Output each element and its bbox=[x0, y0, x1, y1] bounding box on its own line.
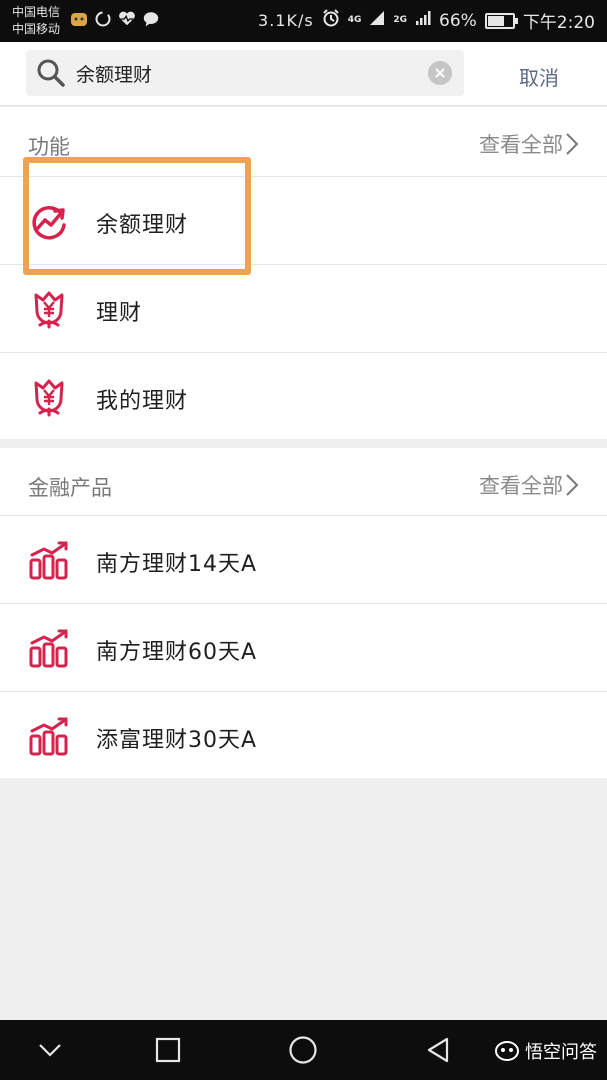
carrier-name-2: 中国移动 bbox=[12, 22, 61, 36]
status-right: 3.1K/s 4G 2G 66% 下午2:20 bbox=[258, 8, 595, 33]
functions-header: 功能 查看全部 bbox=[0, 107, 607, 177]
search-input[interactable] bbox=[76, 53, 406, 93]
status-bar: 中国电信 中国移动 3.1K/s 4G 2G 66% 下午2:20 bbox=[0, 0, 607, 42]
products-header: 金融产品 查看全部 bbox=[0, 448, 607, 516]
chevron-right-icon bbox=[566, 474, 579, 496]
clock: 下午2:20 bbox=[522, 13, 595, 33]
products-title: 金融产品 bbox=[28, 476, 112, 500]
search-header: 取消 bbox=[0, 42, 607, 106]
app-notification-icon bbox=[70, 10, 88, 28]
bar-chart-icon bbox=[28, 716, 70, 758]
network-4g-label: 4G bbox=[347, 15, 362, 25]
functions-section: 功能 查看全部 余额理财 理财 我的理财 bbox=[0, 107, 607, 439]
battery-percent: 66% bbox=[439, 10, 477, 31]
search-icon bbox=[26, 50, 76, 96]
product-item[interactable]: 添富理财30天A bbox=[0, 692, 607, 780]
product-item[interactable]: 南方理财60天A bbox=[0, 604, 607, 692]
carrier-info: 中国电信 中国移动 bbox=[12, 4, 60, 38]
function-item-label: 理财 bbox=[96, 301, 143, 326]
products-section: 金融产品 查看全部 南方理财14天A 南方理财60天A 添富理财30天A bbox=[0, 448, 607, 778]
notification-icons bbox=[70, 10, 160, 28]
function-item-label: 我的理财 bbox=[96, 389, 189, 414]
alarm-icon bbox=[322, 9, 340, 32]
money-flower-icon bbox=[28, 377, 70, 419]
view-all-label: 查看全部 bbox=[479, 133, 563, 157]
clear-icon[interactable] bbox=[428, 61, 452, 85]
cancel-button[interactable]: 取消 bbox=[519, 62, 559, 91]
back-icon[interactable] bbox=[422, 1034, 454, 1066]
product-item-label: 南方理财60天A bbox=[96, 640, 258, 665]
chevron-down-icon[interactable] bbox=[34, 1034, 66, 1066]
products-view-all-link[interactable]: 查看全部 bbox=[479, 470, 579, 500]
function-item-my-finance[interactable]: 我的理财 bbox=[0, 353, 607, 441]
product-item-label: 南方理财14天A bbox=[96, 552, 258, 577]
home-icon[interactable] bbox=[287, 1034, 319, 1066]
network-speed: 3.1K/s bbox=[258, 11, 314, 30]
functions-view-all-link[interactable]: 查看全部 bbox=[479, 129, 579, 159]
wukong-logo-icon bbox=[495, 1041, 519, 1061]
function-item-label: 余额理财 bbox=[96, 213, 189, 238]
message-icon bbox=[142, 10, 160, 28]
functions-title: 功能 bbox=[28, 135, 70, 159]
network-2g-label: 2G bbox=[393, 15, 408, 25]
product-item-label: 添富理财30天A bbox=[96, 728, 258, 753]
recent-apps-icon[interactable] bbox=[152, 1034, 184, 1066]
watermark: 悟空问答 bbox=[494, 1038, 597, 1064]
product-item[interactable]: 南方理财14天A bbox=[0, 516, 607, 604]
function-item-balance-finance[interactable]: 余额理财 bbox=[0, 177, 607, 265]
carrier-name-1: 中国电信 bbox=[12, 5, 61, 19]
bar-chart-icon bbox=[28, 540, 70, 582]
watermark-text: 悟空问答 bbox=[525, 1042, 597, 1063]
navigation-bar: 悟空问答 bbox=[0, 1020, 607, 1080]
sync-icon bbox=[94, 10, 112, 28]
signal-2g-icon bbox=[415, 10, 431, 31]
search-box[interactable] bbox=[26, 50, 464, 96]
battery-fill bbox=[487, 15, 504, 26]
balance-growth-icon bbox=[28, 201, 70, 243]
battery-icon bbox=[484, 12, 518, 29]
signal-4g-icon bbox=[369, 10, 385, 31]
view-all-label: 查看全部 bbox=[479, 474, 563, 498]
bar-chart-icon bbox=[28, 628, 70, 670]
money-flower-icon bbox=[28, 289, 70, 331]
chevron-right-icon bbox=[566, 133, 579, 155]
health-icon bbox=[118, 10, 136, 28]
function-item-finance[interactable]: 理财 bbox=[0, 265, 607, 353]
